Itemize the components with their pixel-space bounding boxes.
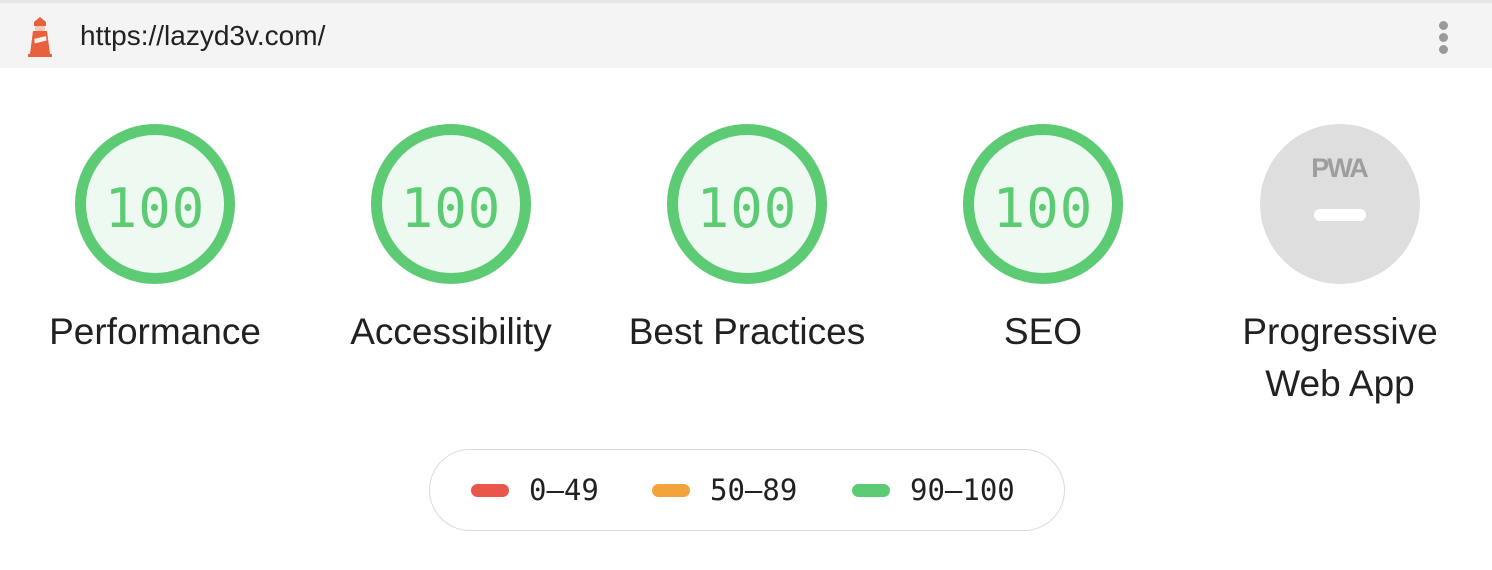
legend-range: 90–100 bbox=[910, 473, 1015, 507]
more-vertical-icon bbox=[1439, 21, 1448, 30]
legend-swatch-red bbox=[471, 483, 509, 497]
gauge-label-line: Progressive bbox=[1242, 311, 1438, 352]
score-value: 100 bbox=[696, 177, 798, 240]
score-ring: 100 bbox=[963, 124, 1123, 284]
pwa-badge-circle: PWA bbox=[1260, 124, 1420, 284]
gauge-label: Performance bbox=[49, 311, 261, 352]
legend-item-fail: 0–49 bbox=[471, 450, 599, 530]
score-scale-legend: 0–49 50–89 90–100 bbox=[429, 449, 1065, 531]
score-value: 100 bbox=[992, 177, 1094, 240]
gauge-label: SEO bbox=[1003, 311, 1083, 352]
legend-item-pass: 90–100 bbox=[852, 450, 1015, 530]
gauge-accessibility[interactable]: 100 Accessibility bbox=[321, 124, 581, 358]
score-ring: 100 bbox=[371, 124, 531, 284]
legend-swatch-green bbox=[852, 483, 890, 497]
more-vertical-icon-dot bbox=[1439, 45, 1448, 54]
legend-range: 50–89 bbox=[710, 473, 798, 507]
more-options-button[interactable] bbox=[1426, 17, 1462, 57]
score-ring: 100 bbox=[75, 124, 235, 284]
pwa-not-applicable-dash bbox=[1314, 209, 1366, 221]
score-value: 100 bbox=[104, 177, 206, 240]
legend-item-average: 50–89 bbox=[652, 450, 797, 530]
score-value: 100 bbox=[400, 177, 502, 240]
legend-range: 0–49 bbox=[529, 473, 599, 507]
gauge-performance[interactable]: 100 Performance bbox=[25, 124, 285, 358]
pwa-badge-text: PWA bbox=[1311, 154, 1368, 182]
gauge-pwa[interactable]: PWA Progressive Web App bbox=[1210, 124, 1470, 410]
pwa-icon: PWA bbox=[1311, 154, 1370, 182]
gauge-label: Accessibility bbox=[350, 311, 552, 352]
legend-swatch-orange bbox=[652, 483, 690, 497]
gauge-label: Progressive Web App bbox=[1210, 306, 1470, 410]
lighthouse-icon bbox=[28, 17, 52, 57]
score-ring: 100 bbox=[667, 124, 827, 284]
more-vertical-icon-dot bbox=[1439, 33, 1448, 42]
gauge-label-line: Web App bbox=[1265, 363, 1415, 404]
gauge-seo[interactable]: 100 SEO bbox=[913, 124, 1173, 358]
page-url: https://lazyd3v.com/ bbox=[80, 20, 326, 51]
report-header: https://lazyd3v.com/ bbox=[0, 0, 1492, 68]
gauge-label: Best Practices bbox=[628, 311, 866, 352]
gauge-best-practices[interactable]: 100 Best Practices bbox=[617, 124, 877, 358]
